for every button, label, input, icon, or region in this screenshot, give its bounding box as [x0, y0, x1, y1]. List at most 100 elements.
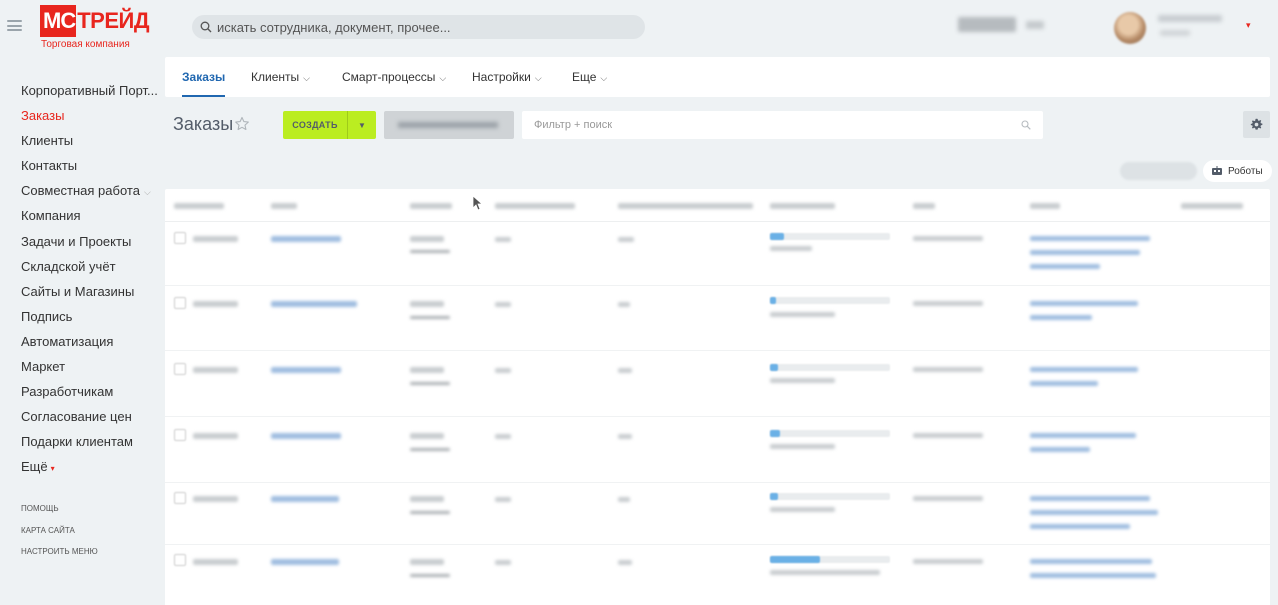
- grid-header-cell[interactable]: [1181, 203, 1243, 209]
- tab-smart-processes[interactable]: Смарт-процессы ⌵: [342, 57, 446, 97]
- grid-header-cell[interactable]: [495, 203, 575, 209]
- row-checkbox[interactable]: [174, 363, 186, 375]
- grid-cell-link[interactable]: [271, 367, 341, 373]
- grid-cell-link[interactable]: [1030, 510, 1158, 515]
- tab-more[interactable]: Еще ⌵: [572, 57, 607, 97]
- filter-search-input[interactable]: [534, 119, 1004, 131]
- grid-header-cell[interactable]: [1030, 203, 1060, 209]
- sidebar-item-sites[interactable]: Сайты и Магазины: [0, 279, 160, 304]
- grid-cell-link[interactable]: [1030, 573, 1156, 578]
- robots-button[interactable]: Роботы: [1203, 160, 1272, 182]
- grid-cell: [770, 570, 880, 575]
- grid-header-cell[interactable]: [913, 203, 935, 209]
- user-avatar[interactable]: [1114, 12, 1146, 44]
- sidebar-item-tasks[interactable]: Задачи и Проекты: [0, 229, 160, 254]
- sitemap-link[interactable]: КАРТА САЙТА: [21, 525, 98, 547]
- row-checkbox[interactable]: [174, 554, 186, 566]
- search-icon[interactable]: [1021, 120, 1031, 130]
- table-row[interactable]: [165, 545, 1270, 605]
- grid-cell-link[interactable]: [271, 496, 339, 502]
- grid-cell-link[interactable]: [1030, 367, 1138, 372]
- orders-grid: [165, 189, 1270, 605]
- sidebar-item-company[interactable]: Компания: [0, 203, 160, 228]
- row-checkbox[interactable]: [174, 232, 186, 244]
- grid-cell-link[interactable]: [271, 559, 339, 565]
- grid-cell-link[interactable]: [271, 301, 357, 307]
- help-link[interactable]: ПОМОЩЬ: [21, 503, 98, 525]
- grid-cell-link[interactable]: [271, 236, 341, 242]
- stage-progress[interactable]: [770, 493, 890, 500]
- menu-burger-icon[interactable]: [7, 20, 22, 31]
- tab-label: Заказы: [182, 70, 226, 84]
- sidebar-item-more[interactable]: Ещё ▾: [0, 454, 160, 479]
- stage-progress[interactable]: [770, 233, 890, 240]
- sidebar-item-contacts[interactable]: Контакты: [0, 153, 160, 178]
- sidebar-item-label: Разработчикам: [21, 384, 114, 400]
- user-name-blurred[interactable]: [1158, 15, 1222, 22]
- table-row[interactable]: [165, 417, 1270, 483]
- tab-settings[interactable]: Настройки ⌵: [472, 57, 542, 97]
- tab-clients[interactable]: Клиенты ⌵: [251, 57, 310, 97]
- sidebar-item-orders[interactable]: Заказы: [0, 103, 160, 128]
- row-checkbox[interactable]: [174, 429, 186, 441]
- grid-settings-button[interactable]: [1243, 111, 1270, 138]
- configure-menu-link[interactable]: НАСТРОИТЬ МЕНЮ: [21, 546, 98, 568]
- row-checkbox[interactable]: [174, 297, 186, 309]
- create-button[interactable]: СОЗДАТЬ ▼: [283, 111, 376, 139]
- grid-cell-link[interactable]: [1030, 496, 1150, 501]
- sidebar-item-portal[interactable]: Корпоративный Порт...: [0, 78, 160, 103]
- view-switch-blurred[interactable]: [1120, 162, 1197, 180]
- grid-cell: [495, 237, 511, 242]
- stage-progress-fill: [770, 556, 820, 563]
- caret-down-icon[interactable]: ▼: [348, 121, 376, 130]
- table-row[interactable]: [165, 286, 1270, 351]
- grid-cell-link[interactable]: [1030, 236, 1150, 241]
- tab-orders[interactable]: Заказы: [182, 57, 226, 97]
- grid-cell-link[interactable]: [1030, 381, 1098, 386]
- star-icon[interactable]: [234, 116, 250, 132]
- table-row[interactable]: [165, 351, 1270, 417]
- sidebar-item-gifts[interactable]: Подарки клиентам: [0, 429, 160, 454]
- grid-cell-link[interactable]: [1030, 524, 1130, 529]
- logo-text: ТРЕЙД: [77, 8, 149, 33]
- sidebar-item-automation[interactable]: Автоматизация: [0, 329, 160, 354]
- grid-cell-link[interactable]: [1030, 250, 1140, 255]
- company-logo[interactable]: МС ТРЕЙД Торговая компания: [40, 5, 149, 51]
- global-search-input[interactable]: [217, 19, 617, 35]
- grid-cell-link[interactable]: [1030, 433, 1136, 438]
- grid-header-cell[interactable]: [618, 203, 753, 209]
- user-menu-chevron-icon[interactable]: ▾: [1246, 20, 1251, 31]
- sidebar-item-clients[interactable]: Клиенты: [0, 128, 160, 153]
- sidebar-item-market[interactable]: Маркет: [0, 354, 160, 379]
- grid-cell-link[interactable]: [1030, 315, 1092, 320]
- grid-header-cell[interactable]: [410, 203, 452, 209]
- grid-cell-link[interactable]: [271, 433, 341, 439]
- global-search[interactable]: [192, 15, 645, 39]
- chevron-down-icon: ⌵: [600, 73, 608, 83]
- stage-progress[interactable]: [770, 297, 890, 304]
- stage-progress[interactable]: [770, 364, 890, 371]
- grid-cell: [770, 246, 812, 251]
- time-widget[interactable]: [958, 17, 1016, 32]
- grid-header-cell[interactable]: [174, 203, 224, 209]
- funnel-name-blurred: [398, 122, 498, 128]
- sidebar-item-collaboration[interactable]: Совместная работа ⌵: [0, 178, 160, 203]
- sidebar-item-label: Корпоративный Порт...: [21, 83, 158, 98]
- grid-cell-link[interactable]: [1030, 559, 1152, 564]
- grid-header-cell[interactable]: [770, 203, 835, 209]
- grid-cell-link[interactable]: [1030, 264, 1100, 269]
- grid-cell-link[interactable]: [1030, 301, 1138, 306]
- table-row[interactable]: [165, 483, 1270, 545]
- table-row[interactable]: [165, 222, 1270, 286]
- stage-progress[interactable]: [770, 430, 890, 437]
- row-checkbox[interactable]: [174, 492, 186, 504]
- sidebar-item-price-approval[interactable]: Согласование цен: [0, 404, 160, 429]
- grid-header-cell[interactable]: [271, 203, 297, 209]
- filter-search[interactable]: [522, 111, 1043, 139]
- sidebar-item-warehouse[interactable]: Складской учёт: [0, 254, 160, 279]
- grid-cell-link[interactable]: [1030, 447, 1090, 452]
- grid-cell: [618, 237, 634, 242]
- sidebar-item-sign[interactable]: Подпись: [0, 304, 160, 329]
- sidebar-item-developers[interactable]: Разработчикам: [0, 379, 160, 404]
- funnel-selector[interactable]: [384, 111, 514, 139]
